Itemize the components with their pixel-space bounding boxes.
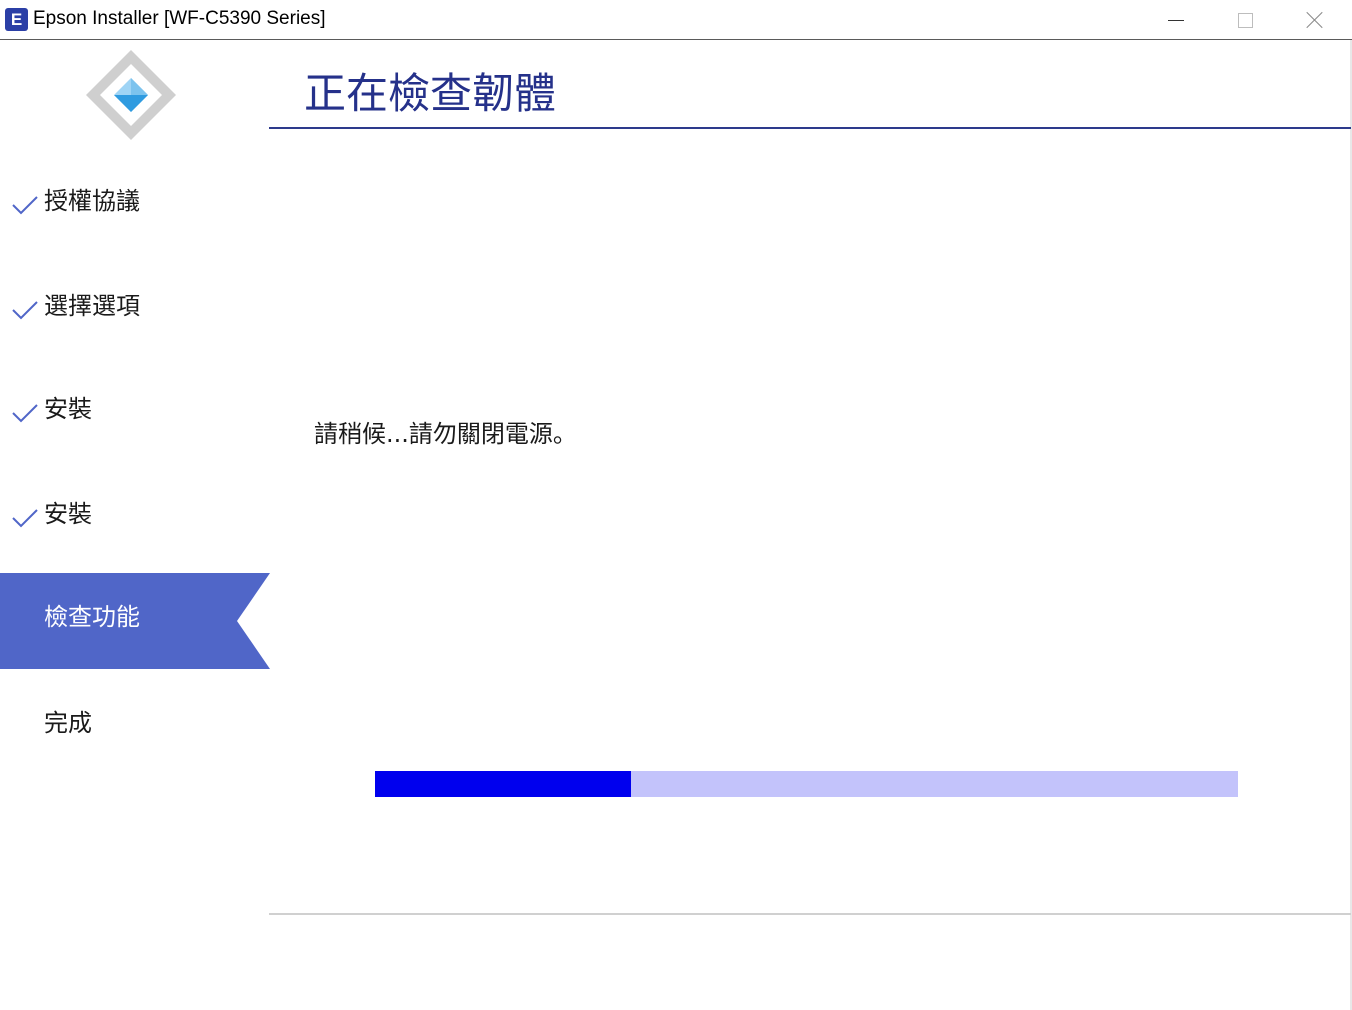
step-label: 檢查功能 xyxy=(44,603,140,631)
step-license-agreement: 授權協議 xyxy=(0,147,270,243)
epson-logo-icon xyxy=(86,50,176,140)
step-check-functions: 檢查功能 xyxy=(0,573,270,669)
installer-window: E Epson Installer [WF-C5390 Series] 授權協議 xyxy=(0,0,1352,1010)
minimize-button[interactable] xyxy=(1141,0,1211,40)
window-title: Epson Installer [WF-C5390 Series] xyxy=(33,8,326,29)
title-bar: E Epson Installer [WF-C5390 Series] xyxy=(0,0,1352,40)
step-finish: 完成 xyxy=(0,669,270,765)
step-label: 選擇選項 xyxy=(44,292,140,320)
progress-bar-fill xyxy=(375,771,632,797)
step-select-options: 選擇選項 xyxy=(0,252,270,348)
active-step-pointer xyxy=(237,573,270,669)
maximize-button[interactable] xyxy=(1210,0,1280,40)
footer-divider xyxy=(269,913,1351,915)
step-label: 授權協議 xyxy=(44,187,140,215)
checkmark-icon xyxy=(12,404,38,423)
status-message: 請稍候...請勿關閉電源。 xyxy=(314,420,577,448)
close-icon xyxy=(1306,11,1324,29)
minimize-icon xyxy=(1168,19,1184,21)
checkmark-icon xyxy=(12,509,38,528)
step-install-2: 安裝 xyxy=(0,460,270,556)
title-divider xyxy=(269,127,1351,129)
step-install-1: 安裝 xyxy=(0,355,270,451)
epson-app-icon: E xyxy=(5,8,28,31)
page-title: 正在檢查韌體 xyxy=(304,69,557,118)
close-button[interactable] xyxy=(1280,0,1350,40)
checkmark-icon xyxy=(12,196,38,215)
progress-bar xyxy=(375,771,1238,797)
maximize-icon xyxy=(1237,12,1253,28)
step-label: 安裝 xyxy=(44,500,92,528)
checkmark-icon xyxy=(12,301,38,320)
step-label: 完成 xyxy=(44,709,92,737)
step-label: 安裝 xyxy=(44,395,92,423)
